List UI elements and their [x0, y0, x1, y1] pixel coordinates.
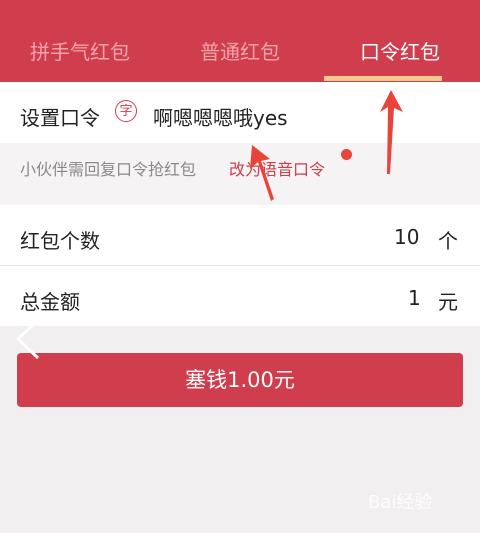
arrow-up-icon [380, 90, 403, 174]
active-tab-indicator [324, 76, 442, 81]
amount-input[interactable]: 1 [408, 286, 421, 310]
char-icon[interactable]: 字 [115, 100, 137, 122]
password-label: 设置口令 [20, 106, 100, 130]
password-input[interactable]: 啊嗯嗯嗯哦yes [153, 102, 288, 131]
tab-lucky-envelope[interactable]: 拼手气红包 [0, 40, 160, 64]
arrow-up-icon [250, 145, 274, 201]
amount-label: 总金额 [20, 290, 80, 314]
amount-unit: 元 [438, 290, 458, 314]
watermark: Bai经验 [368, 492, 433, 513]
tab-normal-envelope[interactable]: 普通红包 [160, 40, 320, 64]
tab-password-envelope[interactable]: 口令红包 [320, 40, 480, 64]
count-label: 红包个数 [20, 229, 100, 253]
chevron-left-icon[interactable] [10, 316, 44, 362]
count-unit: 个 [438, 229, 458, 253]
tab-bar: 拼手气红包 普通红包 口令红包 [0, 0, 480, 82]
count-input[interactable]: 10 [394, 225, 419, 249]
annotation-dot [341, 149, 352, 160]
hint-text: 小伙伴需回复口令抢红包 [20, 160, 197, 179]
submit-button[interactable]: 塞钱1.00元 [17, 353, 463, 407]
